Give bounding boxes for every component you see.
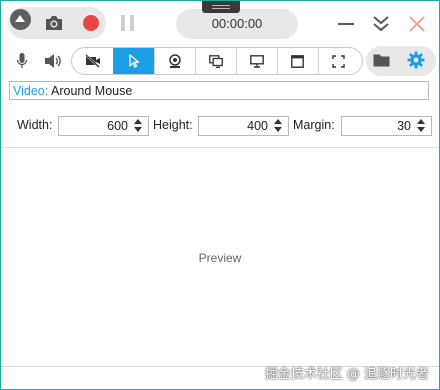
chevrons-down-icon — [373, 16, 389, 32]
height-value: 400 — [247, 119, 268, 133]
window-icon — [291, 54, 304, 68]
settings-button[interactable] — [407, 51, 425, 69]
expand-button[interactable] — [372, 14, 390, 34]
mode-screen[interactable] — [195, 48, 237, 74]
open-folder-button[interactable] — [373, 53, 390, 67]
margin-label: Margin: — [293, 118, 335, 132]
record-button[interactable] — [83, 15, 99, 31]
width-value: 600 — [107, 119, 128, 133]
height-stepper[interactable]: 400 — [198, 116, 289, 136]
divider — [1, 147, 439, 148]
main-toolbar: 00:00:00 — [1, 1, 439, 45]
mode-window[interactable] — [277, 48, 319, 74]
gear-icon — [407, 51, 425, 69]
chevron-up-icon — [15, 15, 25, 22]
video-source-value: Around Mouse — [51, 84, 133, 98]
folder-icon — [373, 54, 390, 67]
screenshot-button[interactable] — [44, 14, 64, 32]
width-stepper[interactable]: 600 — [58, 116, 149, 136]
screens-icon — [208, 54, 223, 68]
height-label: Height: — [153, 118, 193, 132]
margin-stepper[interactable]: 30 — [341, 116, 432, 136]
margin-value: 30 — [397, 119, 411, 133]
close-button[interactable] — [408, 15, 426, 33]
camera-icon — [46, 16, 62, 30]
drag-handle[interactable] — [202, 1, 240, 13]
cursor-icon — [128, 54, 139, 68]
video-off-icon — [84, 54, 100, 68]
collapse-button[interactable] — [10, 9, 31, 30]
mode-monitor[interactable] — [236, 48, 278, 74]
monitor-icon — [249, 54, 264, 68]
source-toolbar — [1, 45, 439, 79]
webcam-icon — [168, 54, 181, 68]
preview-label: Preview — [198, 251, 242, 265]
mode-webcam[interactable] — [154, 48, 196, 74]
video-source-field[interactable]: Video: Around Mouse — [9, 81, 429, 100]
elapsed-timer: 00:00:00 — [176, 9, 298, 39]
pause-button[interactable] — [121, 15, 135, 31]
dimension-controls: Width: 600 Height: 400 Margin: 30 — [1, 115, 439, 137]
close-icon — [409, 16, 425, 32]
width-label: Width: — [17, 118, 53, 132]
microphone-icon — [16, 53, 28, 68]
watermark: 掘金技术社区 @ 追逐时光者 — [264, 367, 429, 382]
microphone-toggle[interactable] — [16, 53, 28, 69]
mode-region[interactable] — [318, 48, 359, 74]
region-icon — [332, 54, 345, 68]
stepper-arrows-icon[interactable] — [417, 119, 427, 133]
speaker-icon — [45, 54, 61, 68]
pause-icon — [121, 15, 125, 31]
stepper-arrows-icon[interactable] — [134, 119, 144, 133]
stepper-arrows-icon[interactable] — [274, 119, 284, 133]
speaker-toggle[interactable] — [44, 53, 62, 69]
mode-no-video[interactable] — [72, 48, 114, 74]
minimize-button[interactable] — [338, 23, 354, 25]
mode-around-mouse[interactable] — [113, 48, 155, 74]
app-window: 00:00:00 Video: Around Mouse Width: 600 … — [0, 0, 440, 390]
video-source-label: Video: — [13, 84, 49, 98]
capture-mode-selector — [71, 47, 363, 75]
